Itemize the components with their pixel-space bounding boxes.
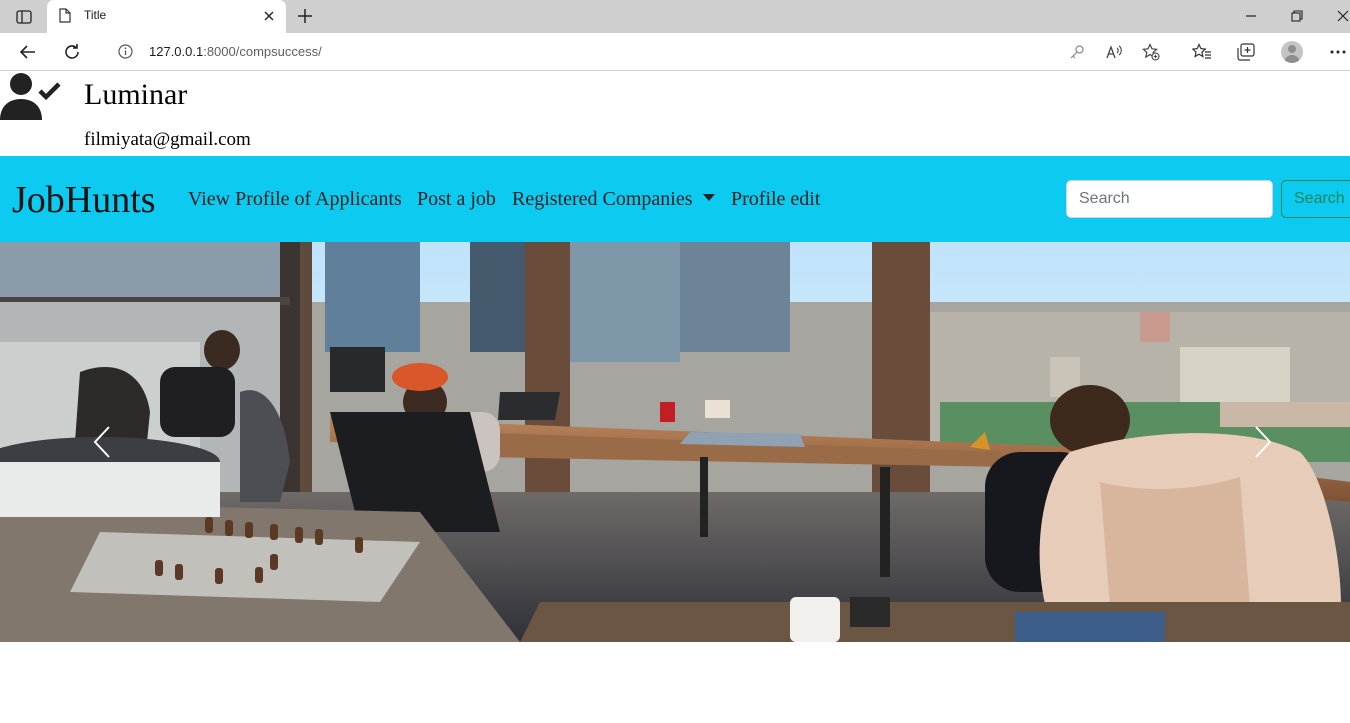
carousel-next-icon[interactable]: [1243, 417, 1283, 467]
main-navbar: JobHunts View Profile of Applicants Post…: [0, 156, 1350, 242]
close-window-icon[interactable]: [1331, 6, 1350, 26]
url-host: 127.0.0.1: [149, 44, 204, 59]
tab-title: Title: [84, 8, 107, 22]
search-input[interactable]: [1066, 180, 1273, 218]
read-aloud-icon[interactable]: [1105, 43, 1123, 61]
restore-icon[interactable]: [1285, 6, 1309, 26]
carousel-prev-icon[interactable]: [82, 417, 122, 467]
tab-actions-icon[interactable]: [8, 4, 40, 30]
nav-post-job[interactable]: Post a job: [417, 188, 496, 211]
new-tab-icon[interactable]: [293, 5, 317, 27]
dropdown-caret-icon: [702, 194, 715, 201]
address-bar[interactable]: 127.0.0.1:8000/compsuccess/: [100, 36, 1175, 67]
office-photo: [0, 242, 1350, 642]
nav-registered-companies[interactable]: Registered Companies: [512, 188, 715, 211]
back-icon[interactable]: [15, 39, 41, 65]
page-content: Luminar filmiyata@gmail.com JobHunts Vie…: [0, 72, 1350, 723]
add-favorite-icon[interactable]: [1142, 43, 1160, 61]
refresh-icon[interactable]: [59, 39, 85, 65]
browser-toolbar: 127.0.0.1:8000/compsuccess/: [0, 33, 1350, 71]
favorites-icon[interactable]: [1190, 40, 1214, 64]
brand-logo[interactable]: JobHunts: [12, 178, 156, 222]
browser-tabstrip: Title: [0, 0, 1350, 33]
url-text[interactable]: 127.0.0.1:8000/compsuccess/: [149, 44, 322, 59]
user-check-icon: [0, 72, 64, 120]
minimize-icon[interactable]: [1239, 6, 1263, 26]
key-icon[interactable]: [1068, 43, 1086, 61]
company-email: filmiyata@gmail.com: [84, 129, 251, 150]
company-name: Luminar: [84, 78, 188, 111]
nav-profile-edit[interactable]: Profile edit: [731, 188, 820, 211]
profile-avatar[interactable]: [1280, 40, 1304, 64]
browser-tab[interactable]: Title: [47, 0, 286, 33]
close-tab-icon[interactable]: [261, 8, 277, 24]
page-icon: [59, 8, 71, 28]
more-options-icon[interactable]: [1326, 40, 1350, 64]
company-header: Luminar filmiyata@gmail.com: [0, 72, 1350, 156]
collections-icon[interactable]: [1234, 40, 1258, 64]
search-button[interactable]: Search: [1281, 180, 1350, 218]
url-path: :8000/compsuccess/: [203, 44, 322, 59]
nav-view-applicants[interactable]: View Profile of Applicants: [188, 188, 402, 211]
avatar-icon: [1281, 41, 1303, 63]
nav-registered-companies-label: Registered Companies: [512, 188, 693, 210]
image-carousel: [0, 242, 1350, 642]
site-info-icon[interactable]: [118, 44, 133, 64]
